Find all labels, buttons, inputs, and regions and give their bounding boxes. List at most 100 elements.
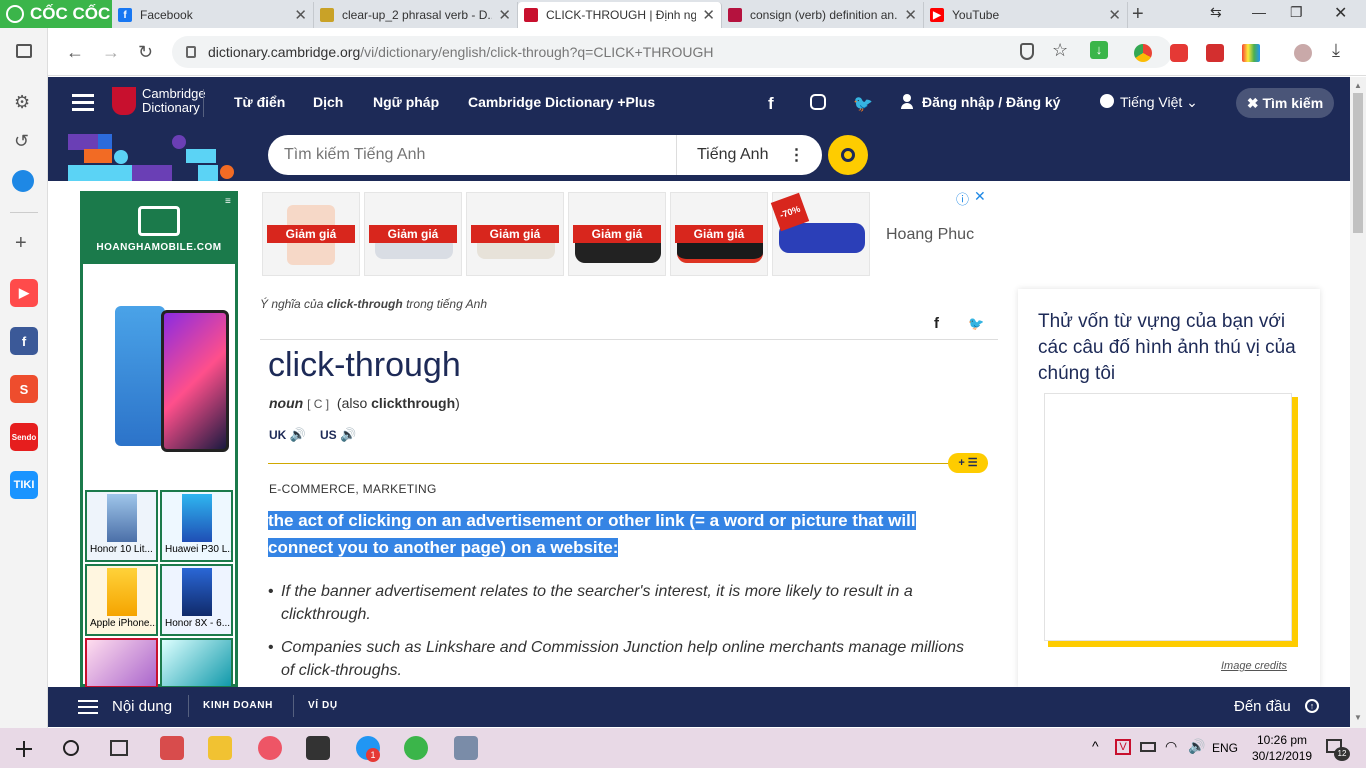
facebook-icon[interactable]: f [768,94,774,114]
volume-icon[interactable]: 🔊 [1188,738,1205,755]
notifications-icon[interactable]: 12 [1326,739,1350,761]
youtube-icon[interactable]: ▶ [10,279,38,307]
ad-shoe-item[interactable]: Giảm giá [466,192,564,276]
close-window-button[interactable]: ✕ [1334,3,1347,23]
menu-icon[interactable] [72,94,94,97]
search-toggle-button[interactable]: ✖ Tìm kiếm [1236,88,1334,118]
history-icon[interactable]: ↺ [14,131,29,152]
tab-search-icon[interactable]: ⇆ [1210,4,1222,21]
close-icon[interactable]: ✕ [904,6,917,24]
ad-phone-tile[interactable]: Honor 8X - 6... [160,564,233,636]
cambridge-logo[interactable]: Cambridge Dictionary [112,87,206,115]
add-icon[interactable]: + [15,232,27,255]
image-credits-link[interactable]: Image credits [1221,660,1287,672]
ad-shoe-item[interactable]: -70% [770,192,870,276]
tab-business[interactable]: KINH DOANH [203,700,273,711]
tab-clear-up[interactable]: clear-up_2 phrasal verb - D... ✕ [314,2,518,28]
quiz-panel[interactable]: Thử vốn từ vựng của bạn với các câu đố h… [1018,289,1320,687]
close-icon[interactable]: ✕ [702,6,715,24]
maximize-button[interactable]: ❐ [1290,4,1303,21]
settings-icon[interactable]: ⚙ [14,92,30,113]
share-twitter-icon[interactable]: 🐦 [968,316,984,332]
downloads-icon[interactable]: ⤓ [1332,40,1340,61]
ad-shoe-item[interactable]: Giảm giá [364,192,462,276]
us-pronunciation[interactable]: US 🔊 [320,427,356,443]
ad-shoe-item[interactable]: Giảm giá [670,192,768,276]
scroll-up-icon[interactable]: ▲ [1354,81,1362,90]
tab-examples[interactable]: VÍ DỤ [308,700,338,711]
vietkey-icon[interactable]: V [1115,739,1131,755]
colorful-extension-icon[interactable] [1242,44,1260,62]
back-to-top-button[interactable]: Đến đầu [1234,698,1291,715]
scrollbar-thumb[interactable] [1353,93,1363,233]
ad-shoe-item[interactable]: Giảm giá [262,192,360,276]
search-icon[interactable] [63,740,79,756]
left-ad[interactable]: HOANGHAMOBILE.COM Honor 10 Lit... Huawei… [80,191,238,688]
zalo-icon[interactable]: 1 [356,736,380,762]
add-to-wordlist-button[interactable]: + ☰ [948,453,988,473]
nav-grammar[interactable]: Ngữ pháp [373,94,439,110]
tab-youtube[interactable]: ▶ YouTube ✕ [924,2,1128,28]
app-icon[interactable] [160,736,184,760]
app-icon[interactable] [258,736,282,760]
language-select[interactable]: Tiếng Việt ⌄ [1120,94,1198,111]
shield-icon[interactable] [1020,43,1034,60]
twitter-icon[interactable]: 🐦 [853,94,873,114]
nav-translate[interactable]: Dịch [313,94,343,110]
tiki-icon[interactable]: TIKI [10,471,38,499]
extension-icon[interactable] [1206,44,1224,62]
back-button[interactable]: ← [66,42,84,63]
close-icon[interactable]: ✕ [1108,6,1121,24]
sendo-icon[interactable]: Sendo [10,423,38,451]
contents-button[interactable]: Nội dung [112,698,172,715]
search-language-select[interactable]: Tiếng Anh ⋮ [676,135,804,175]
app-icon[interactable] [454,736,478,760]
sidebar-toggle-icon[interactable] [16,44,32,58]
download-extension-icon[interactable]: ↓ [1090,41,1108,59]
share-facebook-icon[interactable]: f [934,315,939,332]
minimize-button[interactable]: — [1252,4,1266,20]
input-language[interactable]: ENG [1212,741,1238,755]
ad-menu-icon[interactable]: ≡ [225,196,231,207]
vertical-scrollbar[interactable]: ▲ ▼ [1350,77,1366,728]
ad-advertiser[interactable]: Hoang Phuc [886,226,974,244]
battery-icon[interactable] [1140,742,1156,752]
nav-plus[interactable]: Cambridge Dictionary +Plus [468,94,655,110]
ad-phone-tile[interactable] [85,638,158,688]
task-view-icon[interactable] [110,740,128,756]
ad-phone-tile[interactable] [160,638,233,688]
instagram-icon[interactable] [810,94,826,110]
close-icon[interactable]: ✕ [294,6,307,24]
scroll-down-icon[interactable]: ▼ [1354,713,1362,722]
close-icon[interactable]: ✕ [498,6,511,24]
tab-click-through[interactable]: CLICK-THROUGH | Định ngh... ✕ [518,2,722,28]
tab-facebook[interactable]: f Facebook ✕ [112,2,314,28]
ad-phone-tile[interactable]: Honor 10 Lit... [85,490,158,562]
ad-info-icon[interactable]: ⓘ [956,189,969,208]
arrow-up-icon[interactable]: ↑ [1305,699,1319,713]
clock[interactable]: 10:26 pm 30/12/2019 [1252,733,1312,763]
quiz-image[interactable] [1044,393,1292,641]
chrome-extension-icon[interactable] [1134,44,1152,62]
windows-start-icon[interactable] [16,741,32,757]
facebook-icon[interactable]: f [10,327,38,355]
forward-button[interactable]: → [102,42,120,63]
messenger-icon[interactable] [12,170,34,192]
ad-close-icon[interactable]: ✕ [974,188,986,205]
also-word[interactable]: clickthrough [371,395,455,411]
reload-button[interactable]: ↻ [138,42,153,63]
search-submit-button[interactable] [828,135,868,175]
shopee-icon[interactable]: S [10,375,38,403]
chevron-up-icon[interactable]: ^ [1092,738,1099,754]
sticky-notes-icon[interactable] [306,736,330,760]
ad-phone-tile[interactable]: Huawei P30 L... [160,490,233,562]
bookmark-star-icon[interactable]: ☆ [1052,40,1068,61]
search-input[interactable] [284,146,664,164]
ad-phone-tile[interactable]: Apple iPhone... [85,564,158,636]
tab-consign[interactable]: consign (verb) definition an... ✕ [722,2,924,28]
new-tab-button[interactable]: + [1132,3,1144,26]
coccoc-icon[interactable] [404,736,428,760]
login-link[interactable]: Đăng nhập / Đăng ký [922,94,1060,110]
topic-labels[interactable]: E-COMMERCE, MARKETING [269,482,437,496]
wifi-icon[interactable]: ◠ [1165,738,1177,755]
